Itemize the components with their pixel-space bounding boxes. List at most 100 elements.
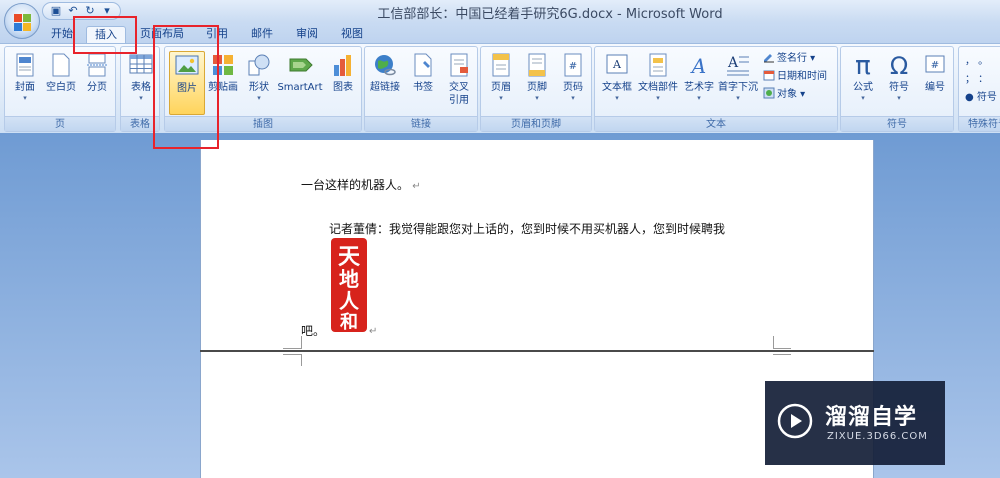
crop-mark <box>283 348 301 349</box>
page-number-button[interactable]: # 页码 ▾ <box>555 51 591 113</box>
office-logo-icon <box>14 14 31 31</box>
window-title: 工信部部长：中国已经着手研究6G.docx - Microsoft Word <box>377 7 723 22</box>
office-button[interactable] <box>4 3 40 39</box>
equation-button[interactable]: π 公式 ▾ <box>845 51 881 113</box>
object-icon <box>763 87 775 99</box>
number-icon: # <box>923 53 947 79</box>
footer-button[interactable]: 页脚 ▾ <box>519 51 555 113</box>
tab-home[interactable]: 开始 <box>48 26 76 44</box>
cross-reference-icon <box>447 53 471 79</box>
paragraph-mark-icon: ↵ <box>369 326 378 337</box>
ribbon: 封面 ▾ 空白页 分页 页 表格 ▾ 表格 图片 剪贴画 形状 ▾ SmartA… <box>0 43 1000 133</box>
paragraph[interactable]: 一台这样的机器人。 ↵ <box>301 176 421 193</box>
dropdown-arrow-icon: ▾ <box>897 94 901 102</box>
dropdown-arrow-icon: ▾ <box>615 94 619 102</box>
group-label-header-footer: 页眉和页脚 <box>481 116 591 131</box>
paragraph[interactable]: 吧。 <box>301 322 325 339</box>
wordart-icon: A <box>687 53 711 79</box>
header-icon <box>489 53 513 79</box>
date-time-button[interactable]: 日期和时间 <box>763 69 827 84</box>
shapes-button[interactable]: 形状 ▾ <box>241 51 277 113</box>
textbox-icon: A <box>605 53 629 79</box>
special-symbol-button[interactable]: ● 符号 <box>965 91 997 105</box>
calendar-icon <box>763 69 775 81</box>
group-label-links: 链接 <box>365 116 477 131</box>
highlight-picture-button <box>153 25 219 149</box>
punct-semicolon-colon[interactable]: ； ： <box>965 73 988 87</box>
blank-page-icon <box>49 53 73 79</box>
number-button[interactable]: # 编号 <box>917 51 953 113</box>
group-label-text: 文本 <box>595 116 837 131</box>
play-logo-icon <box>777 403 813 439</box>
watermark-title: 溜溜自学 <box>825 405 918 430</box>
dropdown-arrow-icon: ▾ <box>861 94 865 102</box>
tab-review[interactable]: 审阅 <box>293 26 321 44</box>
group-pages: 封面 ▾ 空白页 分页 页 <box>4 46 116 132</box>
title-bar: ▣ ↶ ↻ ▾ 工信部部长：中国已经着手研究6G.docx - Microsof… <box>0 0 1000 22</box>
omega-icon: Ω <box>889 52 909 80</box>
globe-icon <box>373 53 397 79</box>
seal-image[interactable]: 天 地 人 和 <box>330 236 368 334</box>
highlight-insert-tab <box>73 16 137 54</box>
crop-mark <box>283 354 301 355</box>
dropdown-arrow-icon: ▾ <box>257 94 261 102</box>
crop-mark <box>773 348 791 349</box>
cross-reference-button[interactable]: 交叉 引用 <box>441 51 477 113</box>
chart-button[interactable]: 图表 <box>325 51 361 113</box>
table-icon <box>129 53 153 79</box>
blank-page-button[interactable]: 空白页 <box>43 51 79 113</box>
svg-text:人: 人 <box>339 289 360 313</box>
group-text: A 文本框 ▾ 文档部件 ▾ A 艺术字 ▾ A 首字下沉 ▾ 签名行 ▾ 日期… <box>594 46 838 132</box>
bookmark-button[interactable]: 书签 <box>405 51 441 113</box>
page-number-icon: # <box>561 53 585 79</box>
signature-line-button[interactable]: 签名行 ▾ <box>763 51 815 66</box>
dropcap-button[interactable]: A 首字下沉 ▾ <box>717 51 759 113</box>
hyperlink-button[interactable]: 超链接 <box>367 51 403 113</box>
dropcap-icon: A <box>726 53 750 79</box>
page-break-button[interactable]: 分页 <box>79 51 115 113</box>
textbox-button[interactable]: A 文本框 ▾ <box>599 51 635 113</box>
footer-icon <box>525 53 549 79</box>
paragraph[interactable]: 记者董倩：我觉得能跟您对上话的，您到时候不用买机器人，您到时候聘我 <box>329 220 725 237</box>
group-links: 超链接 书签 交叉 引用 链接 <box>364 46 478 132</box>
bookmark-icon <box>411 53 435 79</box>
object-button[interactable]: 对象 ▾ <box>763 87 805 102</box>
svg-text:A: A <box>612 58 622 71</box>
group-header-footer: 页眉 ▾ 页脚 ▾ # 页码 ▾ 页眉和页脚 <box>480 46 592 132</box>
shapes-icon <box>247 53 271 79</box>
smartart-icon <box>288 53 313 79</box>
svg-text:和: 和 <box>340 312 358 333</box>
chart-icon <box>331 53 355 79</box>
dropdown-arrow-icon: ▾ <box>499 94 503 102</box>
crop-mark <box>773 354 791 355</box>
header-button[interactable]: 页眉 ▾ <box>483 51 519 113</box>
symbol-button[interactable]: Ω 符号 ▾ <box>881 51 917 113</box>
tab-mailings[interactable]: 邮件 <box>248 26 276 44</box>
wordart-button[interactable]: A 艺术字 ▾ <box>681 51 717 113</box>
quick-parts-button[interactable]: 文档部件 ▾ <box>637 51 679 113</box>
svg-text:地: 地 <box>339 267 359 291</box>
cover-page-icon <box>13 53 37 79</box>
quick-parts-icon <box>646 53 670 79</box>
crop-mark <box>301 336 302 349</box>
document-page[interactable]: 一台这样的机器人。 ↵ 记者董倩：我觉得能跟您对上话的，您到时候不用买机器人，您… <box>200 140 874 350</box>
punct-comma-period[interactable]: ， 。 <box>965 55 988 69</box>
dropdown-arrow-icon: ▾ <box>736 94 740 102</box>
svg-text:A: A <box>690 54 706 77</box>
smartart-button[interactable]: SmartArt <box>277 51 323 113</box>
svg-text:A: A <box>727 55 739 71</box>
group-label-symbols: 符号 <box>841 116 953 131</box>
group-label-special-symbols: 特殊符号 <box>959 116 1000 131</box>
watermark: 溜溜自学 ZIXUE.3D66.COM <box>765 381 945 465</box>
crop-mark <box>301 354 302 366</box>
paragraph-mark-icon: ↵ <box>409 181 421 192</box>
group-label-pages: 页 <box>5 116 115 131</box>
dropdown-arrow-icon: ▾ <box>535 94 539 102</box>
tab-view[interactable]: 视图 <box>338 26 366 44</box>
group-symbols: π 公式 ▾ Ω 符号 ▾ # 编号 符号 <box>840 46 954 132</box>
pi-icon: π <box>855 51 871 81</box>
cover-page-button[interactable]: 封面 ▾ <box>7 51 43 113</box>
dropdown-arrow-icon: ▾ <box>656 94 660 102</box>
group-special-symbols: ， 。 ； ： ● 符号 特殊符号 <box>958 46 1000 132</box>
svg-text:#: # <box>569 61 577 72</box>
